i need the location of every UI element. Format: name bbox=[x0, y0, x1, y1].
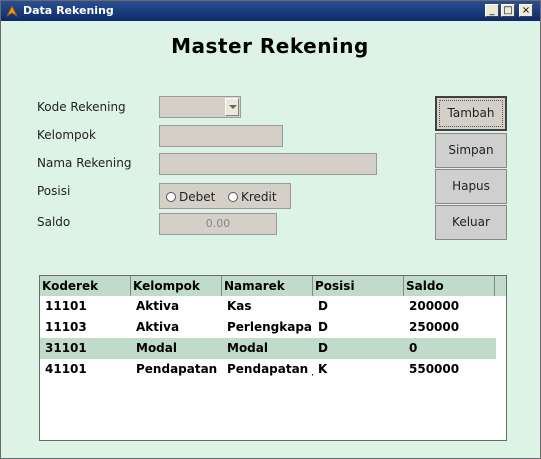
table-header: Koderek Kelompok Namarek Posisi Saldo bbox=[40, 276, 506, 296]
cell-koderek: 41101 bbox=[45, 362, 87, 376]
tambah-button[interactable]: Tambah bbox=[435, 96, 507, 131]
cell-kelompok: Aktiva bbox=[136, 320, 180, 334]
saldo-value: 0.00 bbox=[205, 217, 231, 230]
cell-kelompok: Aktiva bbox=[136, 299, 180, 313]
title-bar[interactable]: Data Rekening _ □ × bbox=[1, 1, 540, 21]
cell-posisi: K bbox=[318, 362, 328, 376]
saldo-field[interactable]: 0.00 bbox=[159, 213, 277, 235]
kelompok-field[interactable] bbox=[159, 125, 283, 147]
column-header-saldo[interactable]: Saldo bbox=[404, 276, 495, 296]
column-header-posisi[interactable]: Posisi bbox=[313, 276, 404, 296]
posisi-label: Posisi bbox=[37, 184, 71, 198]
column-header-koderek[interactable]: Koderek bbox=[40, 276, 131, 296]
window-title: Data Rekening bbox=[23, 4, 114, 17]
radio-circle-icon[interactable] bbox=[166, 192, 176, 202]
maximize-button[interactable]: □ bbox=[501, 4, 515, 17]
cell-posisi: D bbox=[318, 341, 328, 355]
hapus-button[interactable]: Hapus bbox=[435, 169, 507, 204]
app-icon bbox=[5, 4, 19, 18]
kredit-radio[interactable]: Kredit bbox=[228, 190, 277, 204]
cell-saldo: 200000 bbox=[409, 299, 460, 313]
cell-posisi: D bbox=[318, 299, 328, 313]
cell-kelompok: Pendapatan bbox=[136, 362, 218, 376]
posisi-radio-group: Debet Kredit bbox=[159, 183, 291, 209]
cell-namarek: Modal bbox=[227, 341, 268, 355]
cell-koderek: 11103 bbox=[45, 320, 87, 334]
kredit-label: Kredit bbox=[241, 190, 277, 204]
table-row[interactable]: 11103 Aktiva Perlengkapan D 250000 bbox=[40, 317, 496, 338]
cell-saldo: 0 bbox=[409, 341, 418, 355]
table-row[interactable]: 41101 Pendapatan Pendapatan ja K 550000 bbox=[40, 359, 496, 380]
minimize-button[interactable]: _ bbox=[485, 4, 499, 17]
cell-koderek: 11101 bbox=[45, 299, 87, 313]
radio-circle-icon[interactable] bbox=[228, 192, 238, 202]
cell-namarek: Perlengkapan bbox=[227, 320, 313, 334]
cell-kelompok: Modal bbox=[136, 341, 177, 355]
simpan-button[interactable]: Simpan bbox=[435, 133, 507, 168]
cell-koderek: 31101 bbox=[45, 341, 87, 355]
table-row[interactable]: 11101 Aktiva Kas D 200000 bbox=[40, 296, 496, 317]
kelompok-label: Kelompok bbox=[37, 128, 96, 142]
cell-namarek: Pendapatan ja bbox=[227, 362, 313, 376]
debet-label: Debet bbox=[179, 190, 216, 204]
cell-namarek: Kas bbox=[227, 299, 252, 313]
kode-rekening-label: Kode Rekening bbox=[37, 100, 126, 114]
column-header-kelompok[interactable]: Kelompok bbox=[131, 276, 222, 296]
debet-radio[interactable]: Debet bbox=[166, 190, 215, 204]
cell-posisi: D bbox=[318, 320, 328, 334]
kode-rekening-dropdown[interactable] bbox=[159, 96, 241, 118]
nama-rekening-label: Nama Rekening bbox=[37, 156, 132, 170]
rekening-table[interactable]: Koderek Kelompok Namarek Posisi Saldo 11… bbox=[39, 275, 507, 441]
chevron-down-icon[interactable] bbox=[225, 98, 239, 116]
cell-saldo: 250000 bbox=[409, 320, 460, 334]
saldo-label: Saldo bbox=[37, 215, 71, 229]
column-header-namarek[interactable]: Namarek bbox=[222, 276, 313, 296]
nama-rekening-field[interactable] bbox=[159, 153, 377, 175]
keluar-button[interactable]: Keluar bbox=[435, 205, 507, 240]
close-button[interactable]: × bbox=[519, 4, 533, 17]
cell-saldo: 550000 bbox=[409, 362, 460, 376]
table-row-selected[interactable]: 31101 Modal Modal D 0 bbox=[40, 338, 496, 359]
page-title: Master Rekening bbox=[171, 34, 369, 58]
